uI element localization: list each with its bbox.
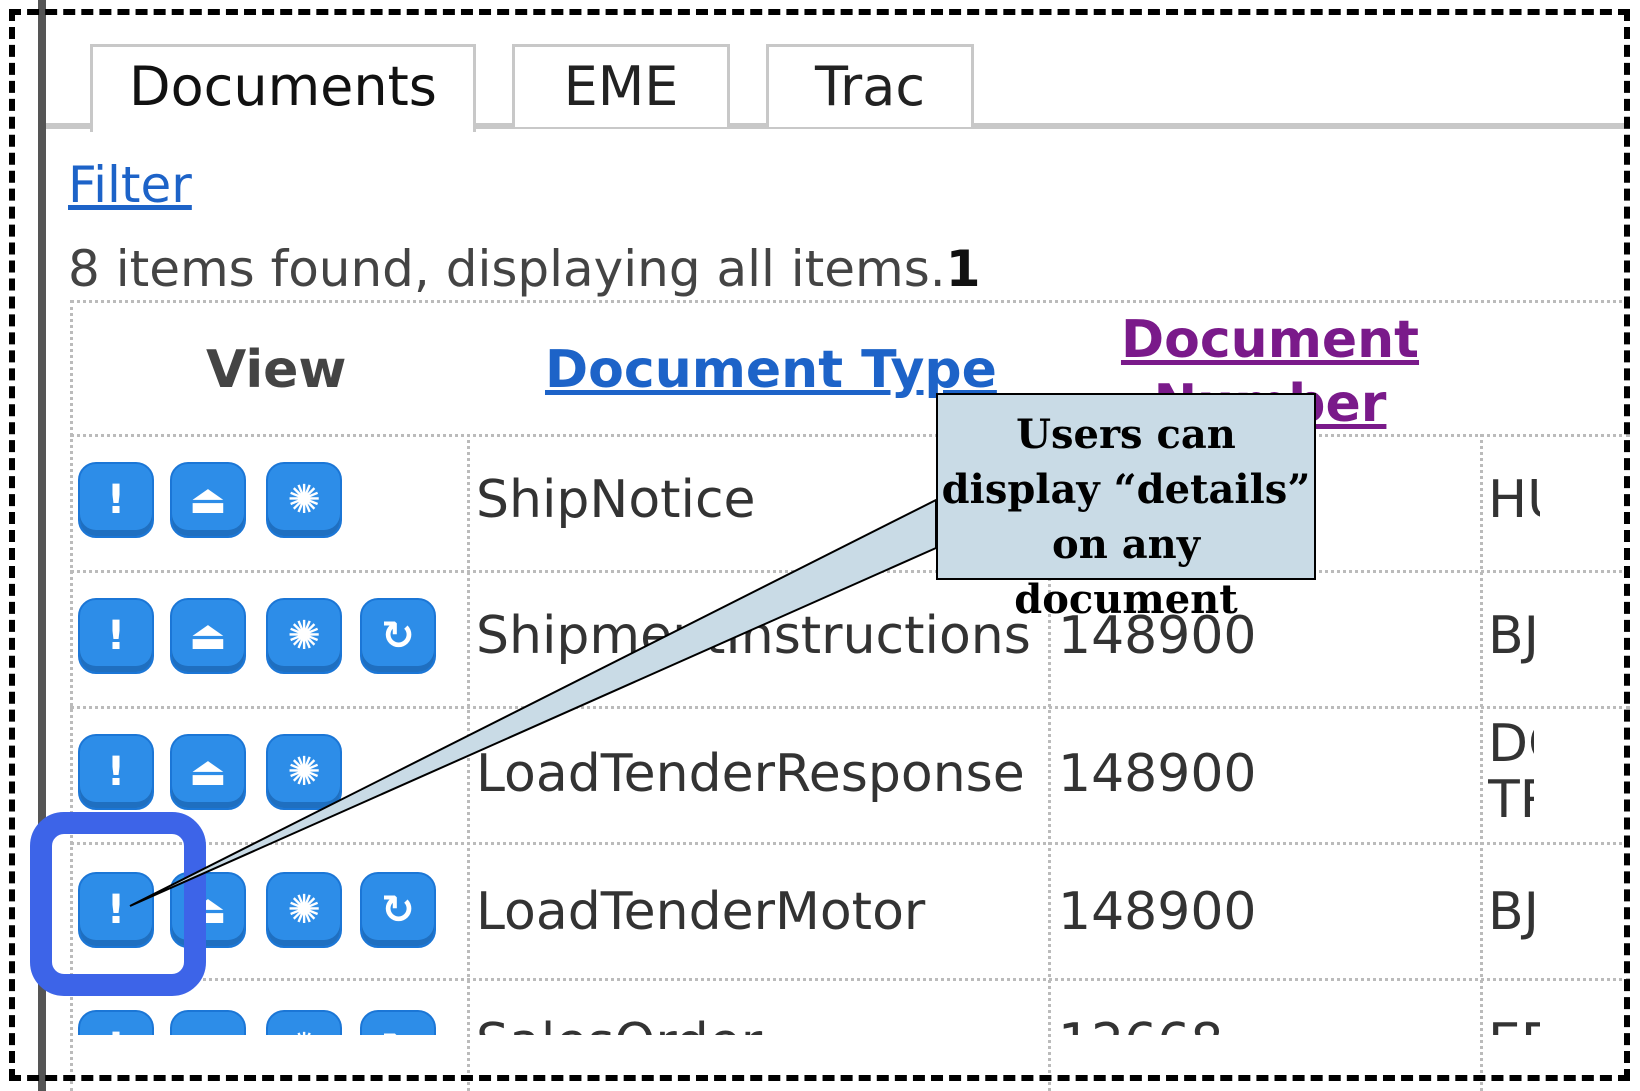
dashed-frame xyxy=(9,9,1630,1081)
